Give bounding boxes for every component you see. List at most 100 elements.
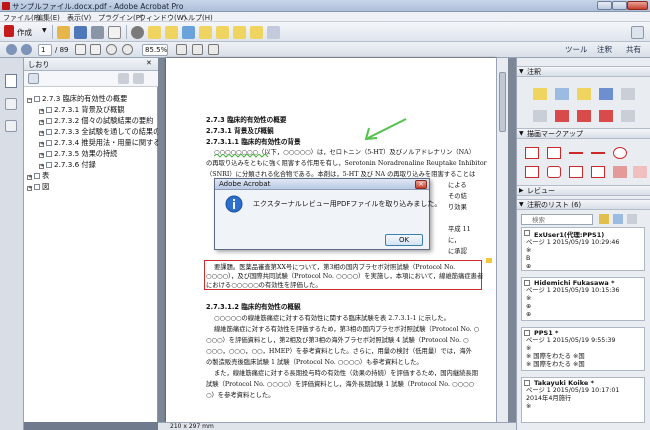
create-button[interactable]: 作成 <box>17 27 32 38</box>
hand-icon[interactable] <box>90 44 101 55</box>
sticky-note-icon[interactable] <box>533 88 547 100</box>
minimize-button[interactable] <box>597 1 612 10</box>
sticky-note-icon[interactable] <box>165 26 178 39</box>
pencil-icon[interactable] <box>613 166 627 178</box>
share-icon[interactable] <box>267 26 280 39</box>
options-icon[interactable] <box>28 73 39 84</box>
share-tab[interactable]: 共有 <box>626 44 641 55</box>
expand-icon[interactable] <box>631 26 644 39</box>
bookmark-item[interactable]: +2.7.3.3 全試験を通しての結果の比 <box>39 127 167 137</box>
attach-icon[interactable] <box>250 26 263 39</box>
insert-text-icon[interactable] <box>533 110 547 122</box>
dialog-close-button[interactable]: × <box>415 180 427 189</box>
section-drawing[interactable]: ▼ 描画マークアップ <box>517 128 650 139</box>
bookmarks-icon[interactable] <box>5 74 17 88</box>
review-icon[interactable] <box>182 26 195 39</box>
bookmark-item[interactable]: +2.7.3.5 効果の持続 <box>39 149 117 159</box>
options-icon[interactable] <box>627 214 637 224</box>
stamp-icon[interactable] <box>621 88 635 100</box>
gear-icon[interactable] <box>131 26 144 39</box>
bookmarks-tools <box>24 71 158 87</box>
next-page-icon[interactable] <box>21 44 32 55</box>
bookmark-item[interactable]: +2.7.3.6 付録 <box>39 160 96 170</box>
bookmarks-panel: しおり ✕ −2.7.3 臨床的有効性の概要 +2.7.3.1 背景及び概観 +… <box>24 58 168 422</box>
add-note-icon[interactable] <box>621 110 635 122</box>
replace-text-icon[interactable] <box>555 110 569 122</box>
comment-tab[interactable]: 注釈 <box>597 44 612 55</box>
zoom-out-icon[interactable] <box>106 44 117 55</box>
strikethrough-icon[interactable] <box>577 110 591 122</box>
cloud-icon[interactable] <box>547 166 561 178</box>
comment-item[interactable]: ExUser1(代理:PPS1) ページ 1 2015/05/19 10:29:… <box>521 227 645 271</box>
text-line: 要課題。医薬品審査第XX号について，第3相の国内プラセボ対照試験（Protoco… <box>214 264 456 271</box>
text-line: の再取り込みをともに強く阻害する作用を有し，Serotonin Noradren… <box>206 160 487 167</box>
text-line: における○○○○○の有効性を評価した。 <box>206 282 322 289</box>
filter-icon[interactable] <box>599 214 609 224</box>
fit-page-icon[interactable] <box>176 44 187 55</box>
save-icon[interactable] <box>74 26 87 39</box>
create-icon[interactable] <box>4 25 14 37</box>
text-comment-icon[interactable] <box>233 26 246 39</box>
vertical-scrollbar[interactable] <box>496 58 508 422</box>
section-annotations[interactable]: ▼ 注釈 <box>517 66 650 77</box>
oval-icon[interactable] <box>613 147 627 159</box>
bookmark-item[interactable]: + 表 <box>27 171 49 181</box>
bookmarks-title: しおり <box>28 60 50 69</box>
highlight-text-icon[interactable] <box>555 88 569 100</box>
attach-file-icon[interactable] <box>577 88 591 100</box>
arrow-icon[interactable] <box>591 152 605 154</box>
comment-item[interactable]: Hidemichi Fukasawa * ページ 1 2015/05/19 10… <box>521 277 645 321</box>
heading-2: 2.7.3.1 背景及び概観 <box>206 127 274 135</box>
close-button[interactable] <box>627 1 648 10</box>
bookmark-item[interactable]: +2.7.3.2 個々の試験結果の要約 <box>39 116 153 126</box>
text-box-icon[interactable] <box>525 147 539 159</box>
delete-icon[interactable] <box>118 73 129 84</box>
record-audio-icon[interactable] <box>599 88 613 100</box>
text-line: に承認 <box>448 248 467 255</box>
zoom-in-icon[interactable] <box>122 44 133 55</box>
eraser-icon[interactable] <box>633 166 647 178</box>
underline-icon[interactable] <box>599 110 613 122</box>
maximize-button[interactable] <box>612 1 627 10</box>
arrow-annotation-icon[interactable] <box>360 116 410 142</box>
comment-bubble-icon[interactable] <box>148 26 161 39</box>
prev-page-icon[interactable] <box>6 44 17 55</box>
mail-icon[interactable] <box>108 26 121 39</box>
fit-width-icon[interactable] <box>192 44 203 55</box>
scroll-thumb[interactable] <box>499 72 506 132</box>
zoom-select[interactable]: 85.5% <box>142 44 168 56</box>
new-bookmark-icon[interactable] <box>133 73 144 84</box>
page-number-input[interactable]: 1 <box>38 44 52 56</box>
comment-item[interactable]: PPS1 * ページ 1 2015/05/19 9:55:39 ※ ※ 国際をわ… <box>521 327 645 371</box>
acrobat-icon <box>2 2 10 10</box>
open-folder-icon[interactable] <box>57 26 70 39</box>
select-icon[interactable] <box>75 44 86 55</box>
note-marker-icon[interactable] <box>486 258 492 263</box>
bookmark-item[interactable]: −2.7.3 臨床的有効性の概要 <box>27 94 127 104</box>
sort-icon[interactable] <box>613 214 623 224</box>
comment-item[interactable]: Takayuki Koike * ページ 1 2015/05/19 10:17:… <box>521 377 645 423</box>
read-mode-icon[interactable] <box>208 44 219 55</box>
callout-icon[interactable] <box>547 147 561 159</box>
section-comment-list[interactable]: ▼ 注釈のリスト (6) <box>517 199 650 210</box>
comment-search-input[interactable] <box>521 214 593 225</box>
squiggly-annotation[interactable] <box>214 154 270 158</box>
callout-icon[interactable] <box>216 26 229 39</box>
page-total: / 89 <box>55 46 69 54</box>
close-panel-icon[interactable]: ✕ <box>146 59 152 67</box>
print-icon[interactable] <box>91 26 104 39</box>
stamp-icon[interactable] <box>199 26 212 39</box>
polygon-icon[interactable] <box>569 166 583 178</box>
bookmark-item[interactable]: +2.7.3.1 背景及び概観 <box>39 105 125 115</box>
tools-tab[interactable]: ツール <box>565 44 588 55</box>
line-icon[interactable] <box>569 152 583 154</box>
bookmark-item[interactable]: +2.7.3.4 推奨用法・用量に関する臨 <box>39 138 168 148</box>
connected-lines-icon[interactable] <box>591 166 605 178</box>
attachment-icon[interactable] <box>5 98 17 110</box>
chevron-down-icon[interactable]: ▼ <box>42 27 47 34</box>
ok-button[interactable]: OK <box>385 234 423 246</box>
rectangle-icon[interactable] <box>525 166 539 178</box>
section-review[interactable]: ▶ レビュー <box>517 185 650 196</box>
bookmark-item[interactable]: + 図 <box>27 182 49 192</box>
signature-icon[interactable] <box>5 120 17 132</box>
